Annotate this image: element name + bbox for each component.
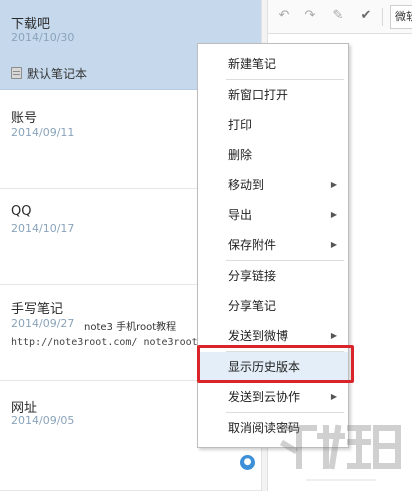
menu-item-send-to-cloud[interactable]: 发送到云协作 ▶ (198, 382, 348, 412)
note-snippet-inline: note3 手机root教程 (84, 322, 177, 333)
menu-item-label: 发送到云协作 (228, 390, 301, 404)
menu-item-label: 分享笔记 (228, 299, 277, 313)
menu-item-delete[interactable]: 删除 (198, 140, 348, 170)
menu-item-show-history[interactable]: 显示历史版本 (198, 352, 348, 382)
menu-item-print[interactable]: 打印 (198, 110, 348, 140)
note-title: 手写笔记 (11, 302, 64, 317)
menu-item-label: 导出 (228, 208, 253, 222)
notebook-icon (11, 67, 22, 79)
menu-item-label: 删除 (228, 148, 253, 162)
checkmark-icon[interactable]: ✔ (358, 8, 374, 24)
notebook-label: 默认笔记本 (27, 66, 88, 81)
note-date: 2014/10/30 (11, 31, 75, 44)
note-title: QQ (11, 204, 32, 219)
format-brush-icon[interactable]: ✎ (330, 8, 346, 24)
note-title: 账号 (11, 111, 38, 126)
menu-item-new-note[interactable]: 新建笔记 (198, 49, 348, 79)
font-family-select[interactable]: 微软 (390, 5, 412, 29)
menu-item-remove-password[interactable]: 取消阅读密码 (198, 413, 348, 443)
note-date: 2014/10/17 (11, 222, 75, 235)
menu-item-move-to[interactable]: 移动到 ▶ (198, 170, 348, 200)
menu-item-label: 新窗口打开 (228, 88, 289, 102)
menu-item-label: 保存附件 (228, 238, 277, 252)
menu-item-label: 发送到微博 (228, 329, 289, 343)
note-date: 2014/09/05 (11, 414, 75, 427)
toolbar-divider (382, 8, 383, 26)
menu-item-open-new-window[interactable]: 新窗口打开 (198, 80, 348, 110)
submenu-arrow-icon: ▶ (330, 210, 337, 219)
submenu-arrow-icon: ▶ (330, 392, 337, 401)
menu-item-share-link[interactable]: 分享链接 (198, 261, 348, 291)
note-date: 2014/09/11 (11, 126, 75, 139)
menu-item-label: 新建笔记 (228, 57, 277, 71)
context-menu: 新建笔记 新窗口打开 打印 删除 移动到 ▶ 导出 ▶ 保存附件 ▶ 分享链接 分享笔… (197, 43, 349, 448)
notebook-tag[interactable]: 默认笔记本 (11, 65, 87, 81)
menu-item-export[interactable]: 导出 ▶ (198, 200, 348, 230)
submenu-arrow-icon: ▶ (330, 240, 337, 249)
note-date: 2014/09/27 (11, 317, 75, 330)
lock-icon: ● (240, 455, 255, 470)
submenu-arrow-icon: ▶ (330, 180, 337, 189)
redo-icon[interactable]: ↷ (302, 8, 318, 24)
menu-item-label: 分享链接 (228, 269, 277, 283)
menu-item-label: 取消阅读密码 (228, 421, 301, 435)
menu-item-label: 移动到 (228, 178, 265, 192)
menu-item-label: 显示历史版本 (228, 360, 301, 374)
undo-icon[interactable]: ↶ (276, 8, 292, 24)
note-snippet: http://note3root.com/ note3root (11, 337, 198, 348)
editor-toolbar: ↶ ↷ ✎ ✔ 微软 (268, 0, 412, 34)
menu-item-label: 打印 (228, 118, 253, 132)
menu-item-save-attachment[interactable]: 保存附件 ▶ (198, 230, 348, 260)
note-title: 下载吧 (11, 17, 51, 32)
submenu-arrow-icon: ▶ (330, 331, 337, 340)
menu-item-share-note[interactable]: 分享笔记 (198, 291, 348, 321)
menu-item-send-to-weibo[interactable]: 发送到微博 ▶ (198, 321, 348, 351)
